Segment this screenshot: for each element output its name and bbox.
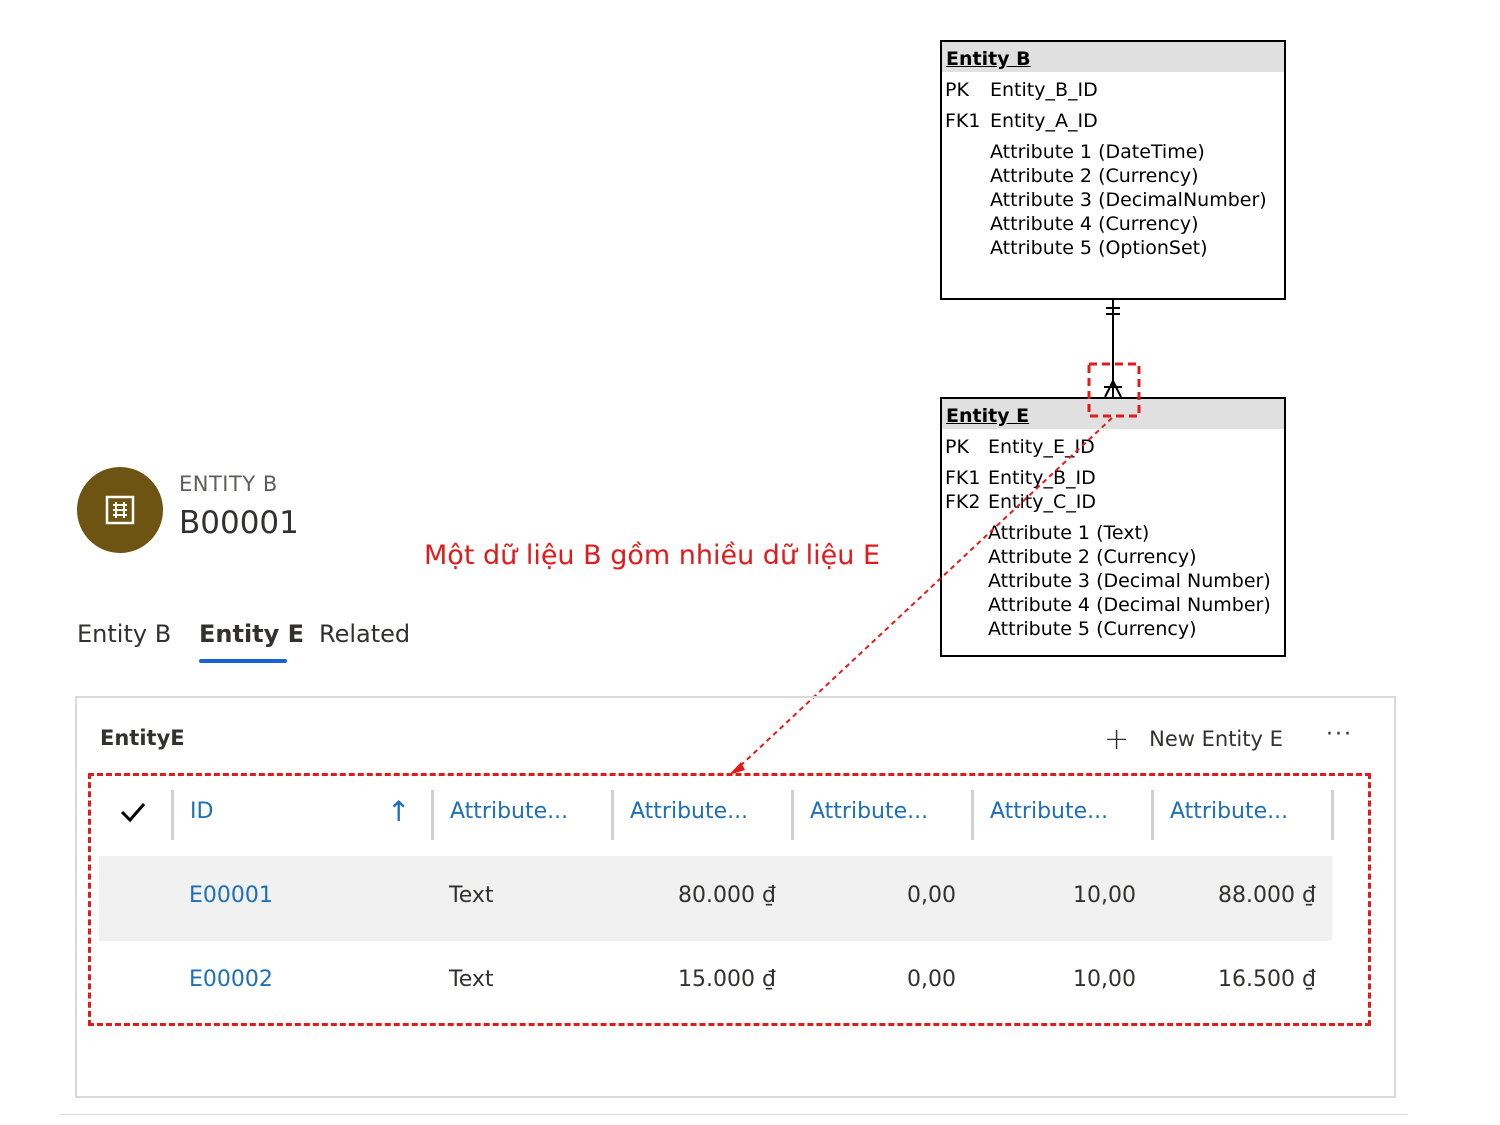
- entity-icon: [105, 495, 135, 525]
- subgrid-title: EntityE: [100, 726, 185, 750]
- more-commands-button[interactable]: ···: [1326, 722, 1353, 747]
- new-entity-e-button[interactable]: + New Entity E: [1104, 722, 1283, 757]
- record-title: B00001: [179, 505, 299, 541]
- tab-entity-b[interactable]: Entity B: [77, 620, 171, 648]
- divider: [60, 1114, 1408, 1115]
- active-tab-indicator: [199, 659, 287, 663]
- plus-icon: +: [1104, 722, 1130, 757]
- avatar: [77, 467, 163, 553]
- new-entity-e-label: New Entity E: [1149, 727, 1283, 751]
- entity-kind-label: ENTITY B: [179, 472, 278, 496]
- grid-highlight-box: [88, 773, 1371, 1026]
- tab-entity-e[interactable]: Entity E: [199, 620, 304, 648]
- tab-related[interactable]: Related: [319, 620, 410, 648]
- relationship-annotation: Một dữ liệu B gồm nhiều dữ liệu E: [424, 540, 881, 571]
